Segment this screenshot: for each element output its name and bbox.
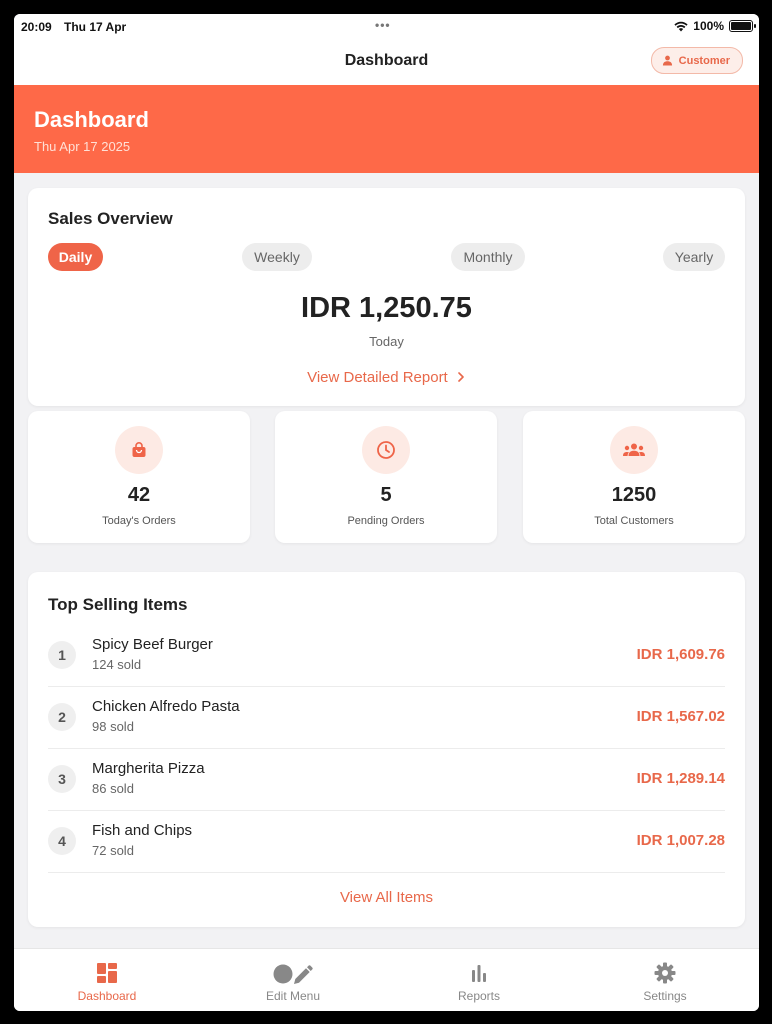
stat-label: Total Customers xyxy=(594,515,674,527)
status-right: 100% xyxy=(674,19,756,33)
stat-label: Pending Orders xyxy=(347,515,425,527)
shopping-bag-icon xyxy=(115,426,163,474)
header-date: Thu Apr 17 2025 xyxy=(34,139,131,154)
customer-role-button[interactable]: Customer xyxy=(650,47,743,74)
item-sold-count: 86 sold xyxy=(92,781,134,796)
period-tab-yearly[interactable]: Yearly xyxy=(663,243,725,271)
navigation-bar: Dashboard Customer xyxy=(14,40,759,86)
dashboard-header: Dashboard Thu Apr 17 2025 xyxy=(14,85,759,173)
item-name: Fish and Chips xyxy=(92,822,193,839)
item-sold-count: 98 sold xyxy=(92,719,134,734)
dashboard-content: Sales Overview Daily Weekly Monthly Year… xyxy=(14,173,759,949)
multitasking-dots-icon[interactable]: ••• xyxy=(375,18,391,32)
item-name: Margherita Pizza xyxy=(92,760,205,777)
top-selling-title: Top Selling Items xyxy=(48,595,188,614)
tab-bar: Dashboard Edit Menu Reports Settings xyxy=(14,948,759,1011)
item-revenue: IDR 1,609.76 xyxy=(636,646,725,663)
stat-card-todays-orders[interactable]: 42 Today's Orders xyxy=(28,411,250,543)
top-item-row[interactable]: 4 Fish and Chips 72 sold IDR 1,007.28 xyxy=(48,811,725,873)
period-tab-weekly[interactable]: Weekly xyxy=(242,243,312,271)
status-time: 20:09 xyxy=(21,20,52,34)
status-date: Thu 17 Apr xyxy=(64,20,127,34)
header-title: Dashboard xyxy=(34,107,149,132)
battery-icon xyxy=(729,20,756,32)
period-tab-monthly[interactable]: Monthly xyxy=(451,243,525,271)
nav-title: Dashboard xyxy=(344,52,429,69)
person-icon xyxy=(662,55,672,66)
clock-icon xyxy=(362,426,410,474)
stat-card-pending-orders[interactable]: 5 Pending Orders xyxy=(275,411,497,543)
gear-icon xyxy=(572,962,758,986)
sales-period-caption: Today xyxy=(369,334,404,349)
wifi-icon xyxy=(674,21,688,31)
chevron-right-icon xyxy=(458,372,464,382)
item-revenue: IDR 1,007.28 xyxy=(636,832,725,849)
tab-label: Dashboard xyxy=(77,989,137,1003)
edit-pencil-icon xyxy=(200,962,386,986)
stat-label: Today's Orders xyxy=(102,515,176,527)
dashboard-grid-icon xyxy=(14,962,200,986)
view-all-items-link[interactable]: View All Items xyxy=(28,889,745,906)
tab-dashboard[interactable]: Dashboard xyxy=(14,949,200,1011)
top-item-row[interactable]: 1 Spicy Beef Burger 124 sold IDR 1,609.7… xyxy=(48,625,725,687)
battery-percent: 100% xyxy=(693,19,724,33)
period-tab-daily[interactable]: Daily xyxy=(48,243,103,271)
item-sold-count: 72 sold xyxy=(92,843,134,858)
item-revenue: IDR 1,567.02 xyxy=(636,708,725,725)
report-link-label: View Detailed Report xyxy=(307,369,448,386)
rank-badge: 1 xyxy=(48,641,76,669)
item-name: Spicy Beef Burger xyxy=(92,636,213,653)
item-name: Chicken Alfredo Pasta xyxy=(92,698,240,715)
stat-value: 5 xyxy=(380,484,392,506)
rank-badge: 4 xyxy=(48,827,76,855)
bar-chart-icon xyxy=(386,962,572,986)
top-item-row[interactable]: 2 Chicken Alfredo Pasta 98 sold IDR 1,56… xyxy=(48,687,725,749)
sales-overview-card: Sales Overview Daily Weekly Monthly Year… xyxy=(28,188,745,406)
item-sold-count: 124 sold xyxy=(92,657,142,672)
people-icon xyxy=(610,426,658,474)
stat-card-total-customers[interactable]: 1250 Total Customers xyxy=(523,411,745,543)
view-detailed-report-link[interactable]: View Detailed Report xyxy=(28,369,745,386)
tab-settings[interactable]: Settings xyxy=(572,949,758,1011)
stat-value: 42 xyxy=(127,484,151,506)
top-item-row[interactable]: 3 Margherita Pizza 86 sold IDR 1,289.14 xyxy=(48,749,725,811)
stat-value: 1250 xyxy=(611,484,657,506)
item-revenue: IDR 1,289.14 xyxy=(636,770,725,787)
tab-edit-menu[interactable]: Edit Menu xyxy=(200,949,386,1011)
status-bar: 20:09 Thu 17 Apr ••• 100% xyxy=(14,14,759,40)
tab-label: Settings xyxy=(643,989,687,1003)
role-label: Customer xyxy=(678,54,730,67)
top-selling-card: Top Selling Items 1 Spicy Beef Burger 12… xyxy=(28,572,745,927)
tab-label: Reports xyxy=(457,989,501,1003)
sales-amount: IDR 1,250.75 xyxy=(301,292,472,324)
tab-reports[interactable]: Reports xyxy=(386,949,572,1011)
rank-badge: 3 xyxy=(48,765,76,793)
tab-label: Edit Menu xyxy=(265,989,321,1003)
rank-badge: 2 xyxy=(48,703,76,731)
sales-overview-title: Sales Overview xyxy=(48,209,173,228)
device-screen: 20:09 Thu 17 Apr ••• 100% Dashboard Cust… xyxy=(14,14,759,1011)
